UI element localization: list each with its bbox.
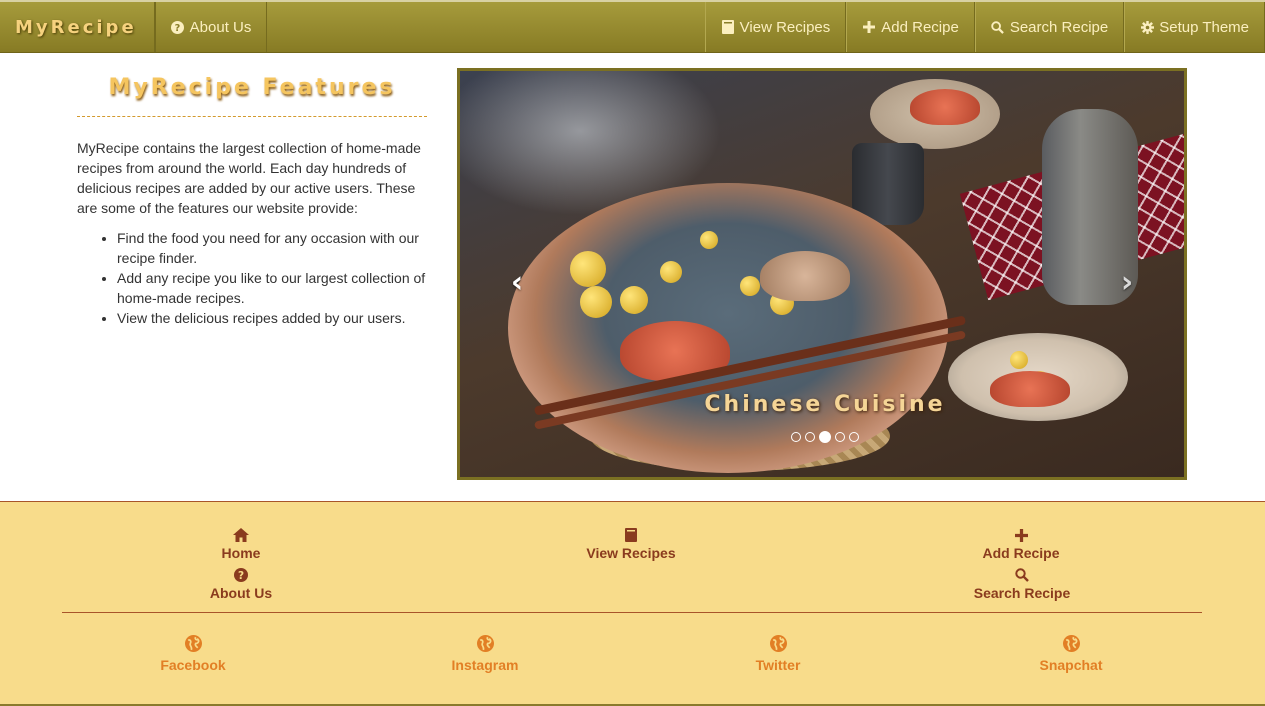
carousel-indicator[interactable] xyxy=(805,432,815,442)
book-icon xyxy=(721,20,735,34)
footer-link-add-recipe[interactable]: Add Recipe xyxy=(971,524,1071,561)
carousel-next-button[interactable]: › xyxy=(1112,268,1142,298)
carousel-indicator[interactable] xyxy=(791,432,801,442)
image-carousel: ‹ › Chinese Cuisine xyxy=(457,68,1187,480)
carousel-prev-button[interactable]: ‹ xyxy=(502,268,532,298)
carousel-indicator[interactable] xyxy=(849,432,859,442)
nav-search-recipe-label: Search Recipe xyxy=(1009,18,1109,36)
footer-link-label: View Recipes xyxy=(586,545,676,561)
globe-icon xyxy=(1062,635,1080,653)
footer-link-about-us[interactable]: ? About Us xyxy=(195,564,287,601)
features-description: MyRecipe contains the largest collection… xyxy=(77,140,421,216)
globe-icon xyxy=(184,635,202,653)
features-title: MyRecipe Features xyxy=(77,75,427,117)
nav-add-recipe-label: Add Recipe xyxy=(881,18,959,36)
social-link-label: Twitter xyxy=(755,657,801,673)
nav-setup-theme-label: Setup Theme xyxy=(1159,18,1249,36)
plus-icon xyxy=(1014,524,1028,542)
social-link-twitter[interactable]: Twitter xyxy=(733,635,823,673)
search-icon xyxy=(991,20,1005,34)
footer-link-label: About Us xyxy=(209,585,273,601)
social-link-facebook[interactable]: Facebook xyxy=(148,635,238,673)
gear-icon xyxy=(1140,20,1154,34)
nav-about-us-label: About Us xyxy=(189,18,252,36)
book-icon xyxy=(625,524,637,542)
footer-link-search-recipe[interactable]: Search Recipe xyxy=(962,564,1082,601)
social-link-label: Instagram xyxy=(451,657,519,673)
home-icon xyxy=(233,524,249,542)
carousel-caption: Chinese Cuisine xyxy=(704,392,946,417)
brand-logo[interactable]: MyRecipe xyxy=(0,2,155,52)
social-link-instagram[interactable]: Instagram xyxy=(440,635,530,673)
globe-icon xyxy=(476,635,494,653)
footer-link-label: Home xyxy=(221,545,261,561)
social-link-label: Snapchat xyxy=(1039,657,1103,673)
page-footer: Home View Recipes Add Recipe ? About Us … xyxy=(0,501,1265,706)
footer-divider xyxy=(62,612,1202,613)
footer-link-label: Search Recipe xyxy=(973,585,1071,601)
svg-text:?: ? xyxy=(238,570,244,582)
carousel-indicator[interactable] xyxy=(835,432,845,442)
feature-item: Add any recipe you like to our largest c… xyxy=(117,268,427,308)
carousel-indicators xyxy=(460,431,1184,443)
svg-text:?: ? xyxy=(175,23,181,34)
question-circle-icon: ? xyxy=(171,20,185,34)
nav-add-recipe[interactable]: Add Recipe xyxy=(846,2,975,52)
globe-icon xyxy=(769,635,787,653)
social-link-label: Facebook xyxy=(160,657,226,673)
carousel-indicator-active[interactable] xyxy=(819,431,831,443)
nav-search-recipe[interactable]: Search Recipe xyxy=(974,2,1125,52)
navbar-left: MyRecipe ? About Us xyxy=(0,2,268,52)
question-circle-icon: ? xyxy=(234,564,248,582)
nav-view-recipes-label: View Recipes xyxy=(739,18,831,36)
feature-item: View the delicious recipes added by our … xyxy=(117,308,427,328)
social-link-snapchat[interactable]: Snapchat xyxy=(1026,635,1116,673)
nav-setup-theme[interactable]: Setup Theme xyxy=(1124,2,1265,52)
search-icon xyxy=(1015,564,1029,582)
footer-link-home[interactable]: Home xyxy=(200,524,282,561)
nav-about-us[interactable]: ? About Us xyxy=(154,2,268,52)
features-section: MyRecipe Features MyRecipe contains the … xyxy=(77,75,427,328)
features-list: Find the food you need for any occasion … xyxy=(77,228,427,328)
plus-icon xyxy=(862,20,876,34)
footer-link-view-recipes[interactable]: View Recipes xyxy=(571,524,691,561)
footer-link-label: Add Recipe xyxy=(982,545,1060,561)
top-navbar: MyRecipe ? About Us View Recipes Add Rec… xyxy=(0,0,1265,53)
nav-view-recipes[interactable]: View Recipes xyxy=(704,2,847,52)
feature-item: Find the food you need for any occasion … xyxy=(117,228,427,268)
navbar-right: View Recipes Add Recipe Search Recipe Se… xyxy=(704,2,1265,52)
